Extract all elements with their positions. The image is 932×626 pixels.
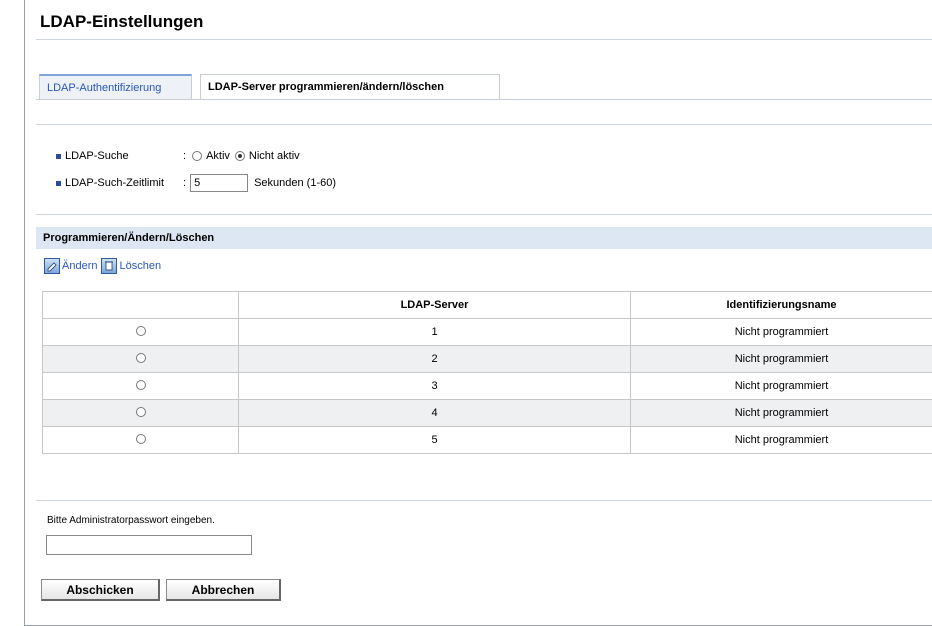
row-select-radio[interactable] — [135, 379, 146, 390]
ldap-timeout-label: LDAP-Such-Zeitlimit — [65, 177, 165, 189]
bullet-icon — [56, 180, 61, 186]
ldap-server-table: LDAP-Server Identifizierungsname 1 Nicht… — [42, 291, 932, 454]
row-select-radio[interactable] — [135, 352, 146, 363]
edit-icon[interactable] — [44, 258, 60, 274]
title-divider — [36, 39, 932, 40]
table-header-row: LDAP-Server Identifizierungsname — [42, 291, 932, 319]
ldap-timeout-row: LDAP-Such-Zeitlimit : Sekunden (1-60) — [56, 174, 336, 192]
row-select-radio[interactable] — [135, 406, 146, 417]
tab-divider — [36, 99, 932, 100]
table-row: 1 Nicht programmiert — [42, 318, 932, 346]
settings-divider — [36, 124, 932, 125]
password-label: Bitte Administratorpasswort eingeben. — [47, 515, 215, 526]
header-identification-name: Identifizierungsname — [630, 291, 932, 319]
identification-name: Nicht programmiert — [630, 399, 932, 427]
identification-name: Nicht programmiert — [630, 345, 932, 373]
separator: : — [183, 177, 187, 189]
delete-icon[interactable] — [101, 258, 118, 274]
cancel-button[interactable]: Abbrechen — [166, 579, 281, 601]
page-title: LDAP-Einstellungen — [40, 12, 204, 31]
section-title: Programmieren/Ändern/Löschen — [43, 232, 215, 244]
header-ldap-server: LDAP-Server — [238, 291, 631, 319]
tab-ldap-server-program[interactable]: LDAP-Server programmieren/ändern/löschen — [200, 74, 500, 99]
server-number: 1 — [238, 318, 631, 346]
identification-name: Nicht programmiert — [630, 318, 932, 346]
tab-label: LDAP-Server programmieren/ändern/löschen — [208, 81, 444, 93]
password-divider — [36, 500, 932, 501]
tab-ldap-authentication[interactable]: LDAP-Authentifizierung — [39, 74, 192, 99]
bullet-icon — [56, 153, 61, 159]
delete-link[interactable]: Löschen — [119, 260, 161, 272]
table-row: 3 Nicht programmiert — [42, 372, 932, 400]
timeout-input[interactable] — [190, 174, 249, 192]
row-select-radio[interactable] — [135, 433, 146, 444]
submit-button[interactable]: Abschicken — [41, 579, 160, 601]
radio-search-active[interactable] — [192, 151, 203, 161]
table-row: 4 Nicht programmiert — [42, 399, 932, 427]
server-number: 2 — [238, 345, 631, 373]
ldap-search-row: LDAP-Suche : Aktiv Nicht aktiv — [56, 150, 300, 162]
server-number: 5 — [238, 426, 631, 454]
radio-label: Nicht aktiv — [248, 150, 300, 162]
radio-label: Aktiv — [206, 150, 230, 162]
table-row: 5 Nicht programmiert — [42, 426, 932, 454]
server-number: 3 — [238, 372, 631, 400]
identification-name: Nicht programmiert — [630, 426, 932, 454]
identification-name: Nicht programmiert — [630, 372, 932, 400]
header-select — [42, 291, 239, 319]
server-number: 4 — [238, 399, 631, 427]
separator: : — [183, 150, 187, 162]
section-divider — [36, 214, 932, 215]
table-row: 2 Nicht programmiert — [42, 345, 932, 373]
action-bar: Ändern Löschen — [44, 258, 161, 274]
radio-search-inactive[interactable] — [234, 151, 245, 161]
admin-password-input[interactable] — [46, 535, 252, 555]
tab-label: LDAP-Authentifizierung — [47, 81, 162, 94]
timeout-unit: Sekunden (1-60) — [254, 177, 337, 189]
section-header: Programmieren/Ändern/Löschen — [36, 227, 932, 249]
row-select-radio[interactable] — [135, 325, 146, 336]
ldap-search-label: LDAP-Suche — [65, 150, 129, 162]
change-link[interactable]: Ändern — [62, 260, 97, 272]
